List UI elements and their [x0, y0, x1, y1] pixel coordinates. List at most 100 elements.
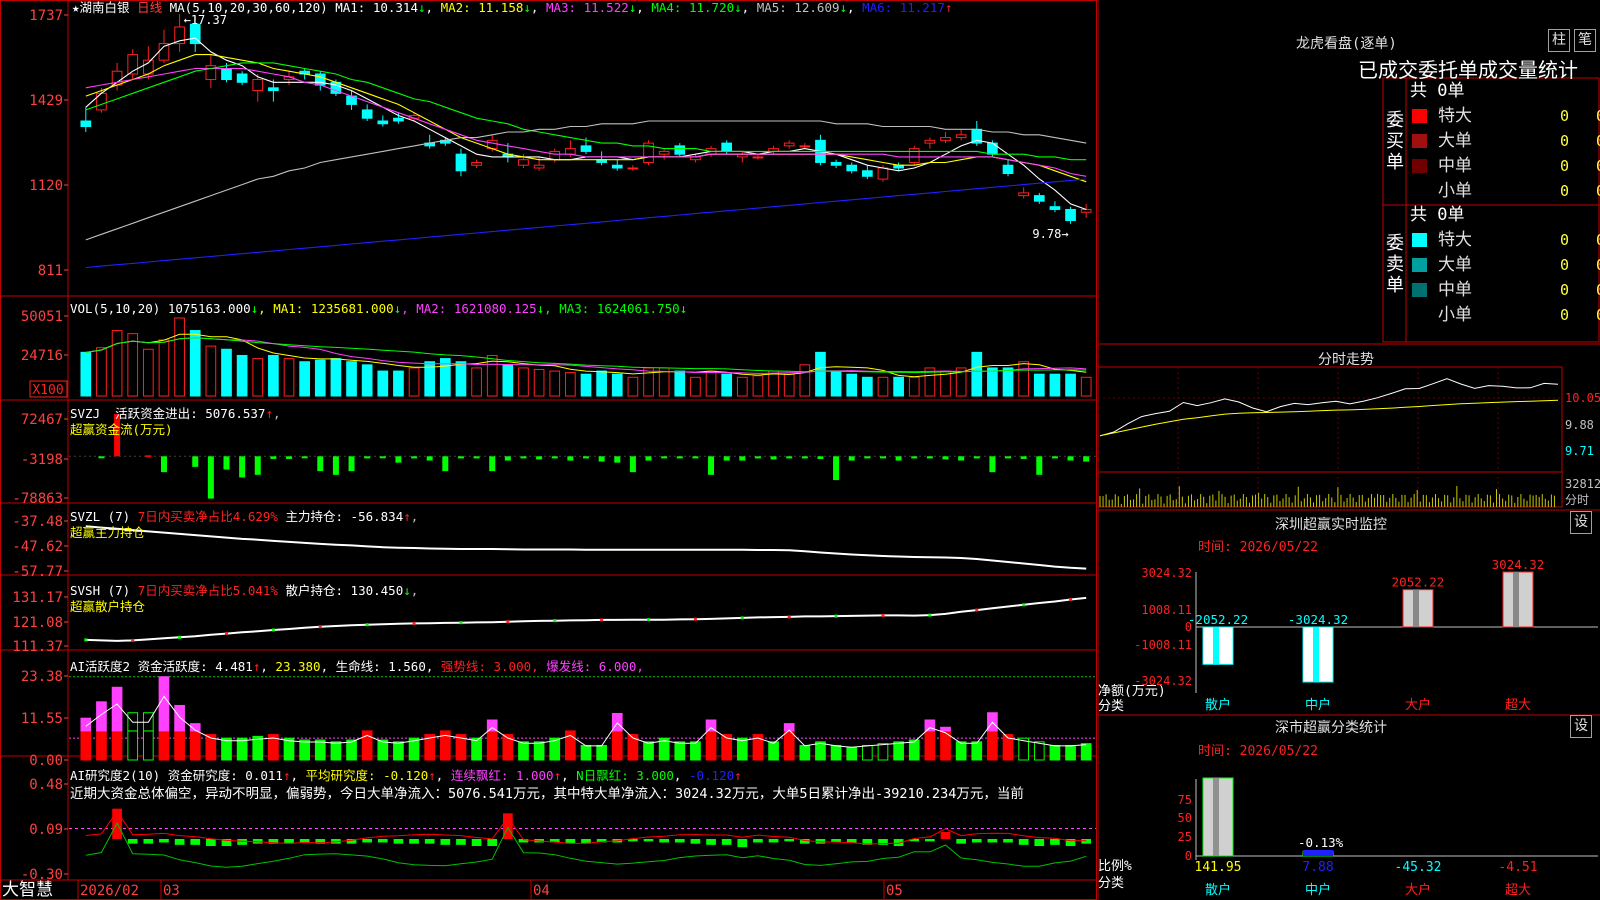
vol-value: 1075163.000: [167, 301, 251, 316]
ai1-bar-top: [158, 676, 170, 732]
ai1-bar: [815, 741, 826, 761]
svzl-header: SVZL (7) 7日内买卖净占比4.629% 主力持仓: -56.834↑, …: [70, 509, 419, 540]
candle-body: [393, 117, 404, 122]
svsh-name: SVSH (7): [70, 583, 131, 598]
stats-y-tick: 25: [1178, 830, 1192, 844]
svzj-bar: [1067, 456, 1074, 461]
vol-bar: [189, 330, 201, 397]
ai2-bar: [1081, 839, 1092, 844]
stock-name[interactable]: 湖南白银: [80, 0, 130, 15]
order-pct: 0%: [1596, 154, 1600, 178]
vol-name: VOL(5,10,20): [70, 301, 161, 316]
ma-legend-item: MA6: 11.217: [854, 0, 945, 15]
svzj-bar: [1083, 456, 1090, 462]
order-count: 0: [1560, 157, 1570, 175]
intraday-price-tick: 9.71: [1565, 444, 1594, 458]
vol-bar: [580, 373, 592, 397]
svzj-subtitle: 超赢资金流(万元): [70, 422, 173, 437]
svsh-header: SVSH (7) 7日内买卖净占比5.041% 散户持仓: 130.450↓, …: [70, 583, 419, 614]
vol-bar: [205, 345, 217, 397]
svsh-dot: [412, 621, 416, 625]
svsh-tick-label: 131.17: [12, 590, 63, 606]
stats-cat-label: 中户: [1305, 882, 1331, 898]
vol-bar: [408, 367, 420, 397]
monitor-settings-button[interactable]: 设: [1570, 511, 1592, 534]
order-color-swatch: [1412, 233, 1427, 247]
candle-body: [611, 164, 623, 169]
low-label: 9.78→: [1032, 227, 1068, 241]
monitor-bar-label: 3024.32: [1492, 557, 1545, 572]
candle-body: [361, 109, 373, 119]
ai1-bar: [1049, 744, 1061, 761]
monitor-cat-label: 中户: [1305, 697, 1331, 713]
ai1-bar: [221, 737, 232, 761]
monitor-bar-label: 2052.22: [1392, 575, 1445, 590]
vol-bar: [1065, 373, 1076, 397]
candle-body: [1065, 208, 1076, 222]
svzj-bar: [864, 456, 871, 459]
candle-body: [1049, 206, 1061, 210]
candle-body: [268, 87, 279, 92]
svzl-name: SVZL (7): [70, 509, 131, 524]
vol-bar: [158, 339, 170, 397]
vol-bar: [80, 351, 92, 397]
vol-bar: [1080, 376, 1092, 397]
tick-mode-button[interactable]: 笔: [1574, 29, 1596, 52]
vol-bar: [221, 348, 232, 397]
vol-bar: [830, 370, 842, 397]
vol-bar: [768, 370, 779, 397]
ai2-bar: [143, 839, 154, 844]
star-icon[interactable]: ★: [72, 0, 80, 15]
monitor-time: 时间: 2026/05/22: [1198, 540, 1318, 555]
svzl-item-label: 主力持仓: [285, 509, 336, 524]
svzj-bar: [489, 456, 496, 472]
stats-settings-button[interactable]: 设: [1570, 715, 1592, 738]
svzj-bar: [676, 456, 683, 459]
monitor-y-tick: 1008.11: [1141, 603, 1192, 617]
ai1-life-value: 1.560: [388, 659, 426, 674]
stats-time: 时间: 2026/05/22: [1198, 744, 1318, 759]
vol-bar: [987, 367, 998, 397]
ai1-value: 4.481: [215, 659, 253, 674]
svzj-bar: [801, 456, 808, 459]
ai1-bar: [1033, 741, 1045, 761]
chart-area[interactable]: 1737 1429 1120 811 ←17.37 9.78→ 50051 24716 X100…: [0, 0, 1097, 900]
price-tick-label: 811: [38, 263, 63, 279]
order-count: 0: [1560, 107, 1570, 125]
order-pct: 0%: [1596, 303, 1600, 327]
order-row: 小单 0 0%: [1408, 179, 1600, 203]
vol-bar: [314, 359, 326, 397]
ma-line-MA6: [85, 178, 1087, 269]
vol-bar: [111, 330, 123, 397]
ai2-lx-label: 连续飘红: [450, 768, 501, 783]
chart-svg[interactable]: 173714291120811←17.379.78→5005124716X100…: [0, 0, 1097, 900]
vol-bar: [752, 375, 764, 397]
svzj-bar: [395, 456, 402, 463]
ai1-bar: [643, 741, 654, 761]
vol-bar: [236, 354, 248, 397]
svzj-value: 5076.537: [205, 406, 266, 421]
stats-cat-label: 大户: [1405, 882, 1431, 898]
vol-header: VOL(5,10,20) 1075163.000 ↓ , MA1: 1235681.…: [70, 301, 687, 317]
svzj-bar: [1051, 456, 1058, 459]
intraday-price-line: [1099, 378, 1559, 437]
ma-legend-arrow: ↓: [734, 0, 742, 15]
svzj-bar: [754, 456, 761, 459]
vol-bar: [252, 358, 264, 397]
bar-mode-button[interactable]: 柱: [1548, 29, 1570, 52]
candle-body: [580, 145, 592, 152]
x-axis-label: 2026/02: [80, 883, 139, 899]
ai1-bar: [580, 744, 592, 761]
ai1-bar: [846, 746, 858, 761]
brand-label[interactable]: 大智慧: [2, 880, 53, 900]
ai1-bar-base: [189, 730, 201, 761]
svzj-bar: [723, 456, 730, 461]
period-label[interactable]: 日线: [137, 0, 162, 15]
svsh-dot: [740, 616, 744, 620]
svzl-value: -56.834: [350, 509, 404, 524]
ai1-bar: [377, 739, 389, 761]
ai2-bar: [925, 839, 935, 842]
monitor-bar-stripe: [1413, 589, 1419, 627]
order-color-swatch: [1412, 109, 1427, 123]
ai1-line: [85, 695, 1087, 748]
